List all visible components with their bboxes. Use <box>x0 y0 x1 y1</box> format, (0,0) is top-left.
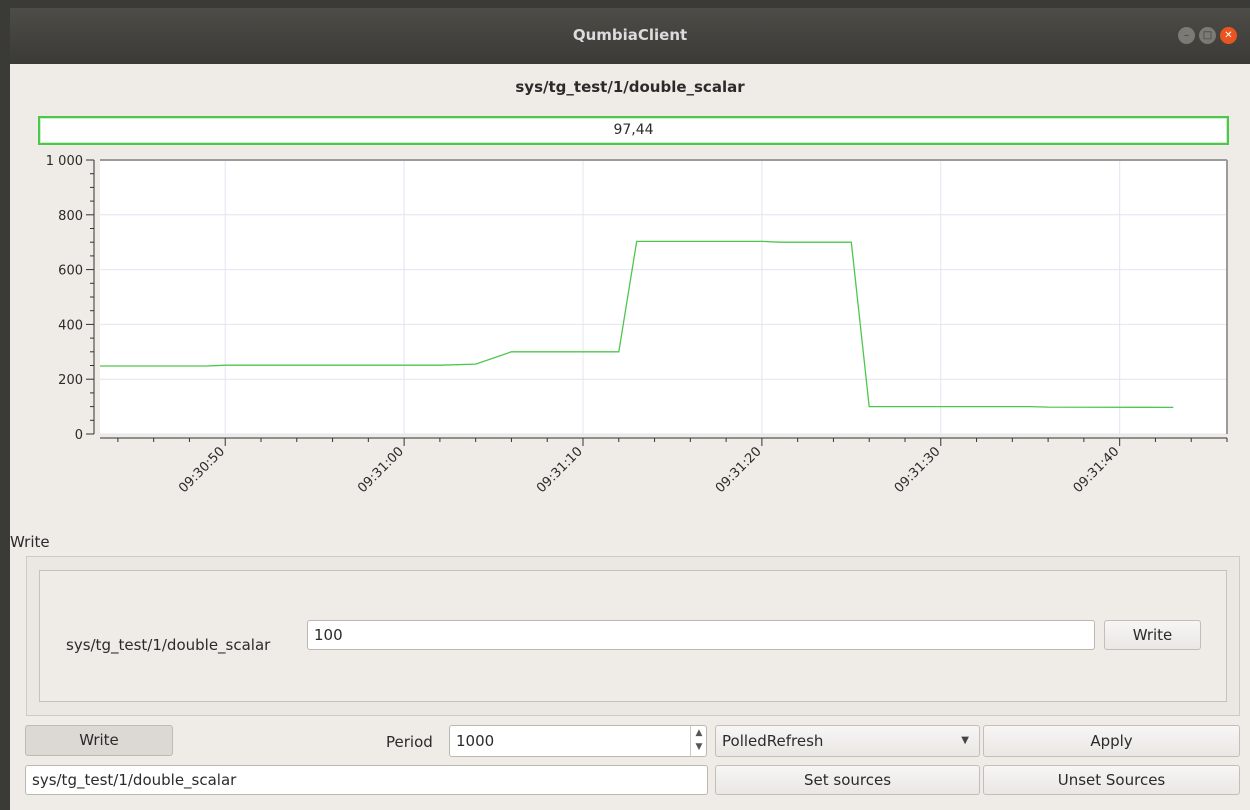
x-tick-label: 09:31:40 <box>1071 444 1123 496</box>
y-tick-label: 400 <box>58 318 83 333</box>
write-toggle-button[interactable]: Write <box>25 725 173 756</box>
write-button[interactable]: Write <box>1104 620 1201 650</box>
x-tick-label: 09:31:00 <box>355 444 407 496</box>
y-tick-label: 800 <box>58 209 83 224</box>
refresh-mode-value: PolledRefresh <box>722 732 824 750</box>
write-value-input[interactable] <box>307 620 1095 650</box>
period-input[interactable] <box>449 725 707 757</box>
value-display: 97,44 <box>38 116 1229 145</box>
close-icon[interactable]: ✕ <box>1220 27 1237 44</box>
spin-down-icon[interactable]: ▼ <box>691 740 707 754</box>
trend-plot: 0 200 400 600 800 1 000 09:30:50 09:31:00 09:31:… <box>46 154 1228 496</box>
main-window: QumbiaClient – □ ✕ sys/tg_test/1/double_… <box>10 8 1250 810</box>
x-tick-label: 09:31:20 <box>713 444 765 496</box>
y-tick-label: 200 <box>58 373 83 388</box>
spin-up-icon[interactable]: ▲ <box>691 726 707 740</box>
source-title: sys/tg_test/1/double_scalar <box>515 78 745 96</box>
minimize-icon[interactable]: – <box>1178 27 1195 44</box>
chevron-down-icon: ▼ <box>961 735 969 746</box>
y-tick-label: 600 <box>58 264 83 279</box>
maximize-icon[interactable]: □ <box>1199 27 1216 44</box>
period-label: Period <box>386 733 433 751</box>
refresh-mode-select[interactable]: PolledRefresh ▼ <box>715 725 980 757</box>
x-tick-label: 09:31:30 <box>892 444 944 496</box>
unset-sources-button[interactable]: Unset Sources <box>983 765 1240 795</box>
write-source-label: sys/tg_test/1/double_scalar <box>66 636 271 654</box>
write-section-label: Write <box>10 533 50 551</box>
period-spinner[interactable]: ▲ ▼ <box>690 726 707 756</box>
y-tick-label: 1 000 <box>46 154 83 169</box>
sources-input[interactable] <box>25 765 708 795</box>
window-title: QumbiaClient <box>572 26 688 44</box>
plot-area <box>100 160 1227 434</box>
x-tick-label: 09:30:50 <box>176 444 228 496</box>
y-tick-label: 0 <box>75 428 83 443</box>
set-sources-button[interactable]: Set sources <box>715 765 980 795</box>
x-tick-label: 09:31:10 <box>534 444 586 496</box>
apply-button[interactable]: Apply <box>983 725 1240 757</box>
title-bar[interactable]: QumbiaClient – □ ✕ <box>10 8 1250 64</box>
